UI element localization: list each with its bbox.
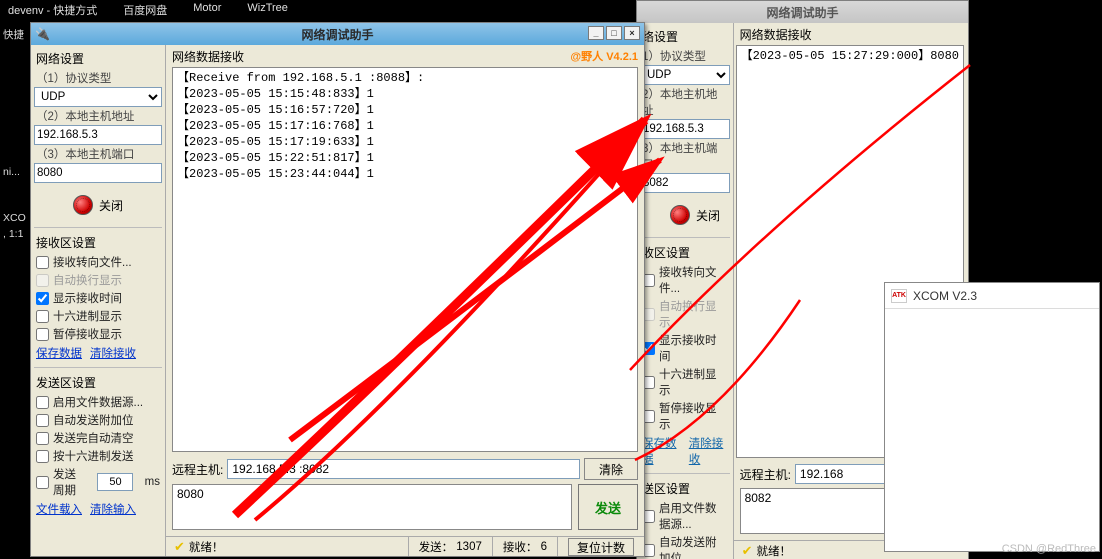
- recv-header: 网络数据接收: [172, 48, 244, 65]
- task-item[interactable]: 百度网盘: [123, 2, 167, 16]
- clear-recv-link[interactable]: 清除接收: [90, 345, 136, 361]
- pause-recv-check[interactable]: 暂停接收显示: [640, 399, 730, 433]
- status-bar: ✔就绪！ 发送： 1307 接收： 6 复位计数: [166, 536, 644, 556]
- tx-count: 1307: [456, 541, 482, 553]
- connection-close-button[interactable]: 关闭: [43, 189, 153, 221]
- status-dot-icon: [670, 205, 690, 225]
- save-data-link[interactable]: 保存数据: [642, 435, 681, 467]
- protocol-select[interactable]: UDP: [640, 65, 730, 85]
- ready-icon: ✔: [742, 543, 753, 559]
- show-time-check[interactable]: 显示接收时间: [34, 289, 162, 307]
- clear-recv-link[interactable]: 清除接收: [689, 435, 728, 467]
- titlebar[interactable]: ATK XCOM V2.3: [885, 283, 1099, 309]
- window-title: 网络调试助手: [301, 26, 373, 43]
- ready-icon: ✔: [174, 539, 185, 555]
- clear-input-link[interactable]: 清除输入: [90, 501, 136, 517]
- send-settings-group: 发送区设置: [34, 372, 162, 393]
- reset-count-button[interactable]: 复位计数: [568, 538, 634, 556]
- protocol-select[interactable]: UDP: [34, 87, 162, 107]
- file-load-link[interactable]: 文件载入: [36, 501, 82, 517]
- settings-sidebar: 络设置 1）协议类型 UDP 2）本地主机地址 3）本地主机端口 关闭 收区设置…: [637, 23, 734, 559]
- file-src-check[interactable]: 启用文件数据源...: [640, 499, 730, 533]
- send-textarea[interactable]: 8080: [172, 484, 572, 530]
- auto-wrap-check[interactable]: 自动换行显示: [640, 297, 730, 331]
- clear-remote-button[interactable]: 清除: [584, 458, 638, 480]
- auto-extra-check[interactable]: 自动发送附加位: [34, 411, 162, 429]
- port-input[interactable]: [34, 163, 162, 183]
- maximize-button[interactable]: □: [606, 26, 622, 40]
- netassist-window-1: 🔌 网络调试助手 _ □ × 网络设置 （1）协议类型 UDP （2）本地主机地…: [30, 22, 645, 557]
- rx-count: 6: [541, 541, 547, 553]
- status-dot-icon: [73, 195, 93, 215]
- minimize-button[interactable]: _: [588, 26, 604, 40]
- remote-host-input[interactable]: [227, 459, 580, 479]
- xcom-window: ATK XCOM V2.3: [884, 282, 1100, 552]
- close-button[interactable]: ×: [624, 26, 640, 40]
- hex-display-check[interactable]: 十六进制显示: [34, 307, 162, 325]
- file-src-check[interactable]: 启用文件数据源...: [34, 393, 162, 411]
- recv-to-file-check[interactable]: 接收转向文件...: [34, 253, 162, 271]
- hex-send-check[interactable]: 按十六进制发送: [34, 447, 162, 465]
- task-item[interactable]: WizTree: [247, 2, 288, 16]
- task-item[interactable]: devenv - 快捷方式: [8, 2, 97, 16]
- clear-after-check[interactable]: 发送完自动清空: [34, 429, 162, 447]
- recv-textarea[interactable]: 【Receive from 192.168.5.1 :8088】: 【2023-…: [172, 67, 638, 452]
- brand-label: @野人 V4.2.1: [570, 48, 638, 65]
- port-input[interactable]: [640, 173, 730, 193]
- recv-to-file-check[interactable]: 接收转向文件...: [640, 263, 730, 297]
- period-send-check[interactable]: 发送周期 ms: [34, 465, 162, 499]
- host-input[interactable]: [640, 119, 730, 139]
- show-time-check[interactable]: 显示接收时间: [640, 331, 730, 365]
- remote-host-label: 远程主机:: [740, 466, 791, 483]
- host-input[interactable]: [34, 125, 162, 145]
- watermark: CSDN @RedThree: [1002, 543, 1096, 555]
- period-input[interactable]: [97, 473, 133, 491]
- connection-close-button[interactable]: 关闭: [640, 199, 734, 231]
- settings-sidebar: 网络设置 （1）协议类型 UDP （2）本地主机地址 （3）本地主机端口 关闭 …: [31, 45, 166, 556]
- send-button[interactable]: 发送: [578, 484, 638, 530]
- desktop-left-fragments: 快捷 ni... XCO , 1:1: [0, 25, 29, 242]
- network-settings-group: 网络设置: [34, 48, 162, 69]
- hex-display-check[interactable]: 十六进制显示: [640, 365, 730, 399]
- titlebar[interactable]: 网络调试助手: [637, 1, 968, 23]
- recv-settings-group: 接收区设置: [34, 232, 162, 253]
- auto-extra-check[interactable]: 自动发送附加位: [640, 533, 730, 559]
- window-title: XCOM V2.3: [913, 289, 977, 303]
- host-label: （2）本地主机地址: [34, 107, 162, 125]
- titlebar[interactable]: 🔌 网络调试助手 _ □ ×: [31, 23, 644, 45]
- window-title: 网络调试助手: [766, 4, 838, 21]
- app-icon: 🔌: [35, 27, 49, 41]
- remote-host-label: 远程主机:: [172, 461, 223, 478]
- save-data-link[interactable]: 保存数据: [36, 345, 82, 361]
- pause-recv-check[interactable]: 暂停接收显示: [34, 325, 162, 343]
- task-item[interactable]: Motor: [193, 2, 221, 16]
- xcom-icon: ATK: [891, 289, 907, 303]
- ready-label: 就绪！: [189, 539, 224, 555]
- port-label: （3）本地主机端口: [34, 145, 162, 163]
- recv-header: 网络数据接收: [740, 26, 812, 43]
- protocol-label: （1）协议类型: [34, 69, 162, 87]
- auto-wrap-check[interactable]: 自动换行显示: [34, 271, 162, 289]
